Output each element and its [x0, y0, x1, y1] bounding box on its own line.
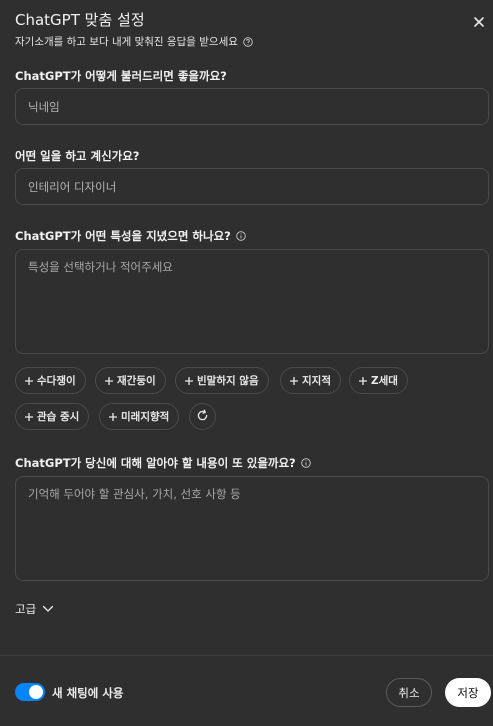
plus-icon [24, 412, 34, 422]
advanced-toggle[interactable]: 고급 [15, 601, 54, 617]
about-textarea[interactable] [15, 476, 489, 581]
chip-forward-thinking[interactable]: 미래지향적 [99, 403, 180, 430]
chip-gen-z[interactable]: Z세대 [349, 367, 408, 394]
chip-traditional[interactable]: 관습 중시 [15, 403, 90, 430]
chip-label: 관습 중시 [37, 411, 80, 423]
dialog-subtitle: 자기소개를 하고 보다 내게 맞춰진 응답을 받으세요 [15, 34, 253, 49]
footer-divider [0, 655, 493, 656]
traits-textarea[interactable] [15, 249, 489, 354]
chip-straight-shooting[interactable]: 빈말하지 않음 [175, 367, 269, 394]
about-label: ChatGPT가 당신에 대해 알아야 할 내용이 또 있을까요? [15, 455, 311, 471]
chip-witty[interactable]: 재간둥이 [95, 367, 166, 394]
chip-label: 미래지향적 [121, 411, 170, 423]
occupation-label-text: 어떤 일을 하고 계신가요? [15, 149, 140, 163]
chip-label: 재간둥이 [117, 375, 156, 387]
toggle-knob [29, 685, 43, 699]
cancel-button[interactable]: 취소 [386, 678, 432, 707]
plus-icon [108, 412, 118, 422]
chip-encouraging[interactable]: 지지적 [280, 367, 341, 394]
refresh-chips-button[interactable] [189, 403, 216, 430]
use-in-new-chats-toggle[interactable] [15, 683, 45, 701]
nickname-label: ChatGPT가 어떻게 불러드리면 좋을까요? [15, 68, 227, 84]
chip-chatty[interactable]: 수다쟁이 [15, 367, 86, 394]
toggle-label: 새 채팅에 사용 [52, 686, 124, 700]
traits-label-text: ChatGPT가 어떤 특성을 지녔으면 하나요? [15, 229, 231, 243]
occupation-input[interactable] [15, 168, 489, 205]
plus-icon [24, 376, 34, 386]
customize-dialog: ChatGPT 맞춤 설정 자기소개를 하고 보다 내게 맞춰진 응답을 받으세… [0, 0, 493, 726]
refresh-icon [196, 407, 209, 426]
chip-label: 수다쟁이 [37, 375, 76, 387]
traits-label: ChatGPT가 어떤 특성을 지녔으면 하나요? [15, 228, 246, 244]
chevron-down-icon [42, 602, 54, 616]
save-button[interactable]: 저장 [445, 678, 491, 707]
close-button[interactable] [469, 12, 489, 32]
about-label-text: ChatGPT가 당신에 대해 알아야 할 내용이 또 있을까요? [15, 456, 296, 470]
help-icon[interactable] [243, 36, 253, 47]
subtitle-text: 자기소개를 하고 보다 내게 맞춰진 응답을 받으세요 [15, 36, 238, 48]
about-help-icon[interactable] [300, 458, 311, 468]
advanced-label: 고급 [15, 602, 37, 616]
chip-label: 빈말하지 않음 [197, 375, 259, 387]
plus-icon [184, 376, 194, 386]
dialog-title: ChatGPT 맞춤 설정 [15, 11, 145, 29]
plus-icon [289, 376, 299, 386]
traits-help-icon[interactable] [236, 231, 246, 241]
nickname-label-text: ChatGPT가 어떻게 불러드리면 좋을까요? [15, 69, 227, 83]
chip-label: 지지적 [302, 375, 331, 387]
nickname-input[interactable] [15, 88, 489, 125]
close-icon [473, 13, 485, 32]
plus-icon [104, 376, 114, 386]
chip-label: Z세대 [371, 375, 398, 387]
occupation-label: 어떤 일을 하고 계신가요? [15, 148, 139, 164]
plus-icon [358, 376, 368, 386]
